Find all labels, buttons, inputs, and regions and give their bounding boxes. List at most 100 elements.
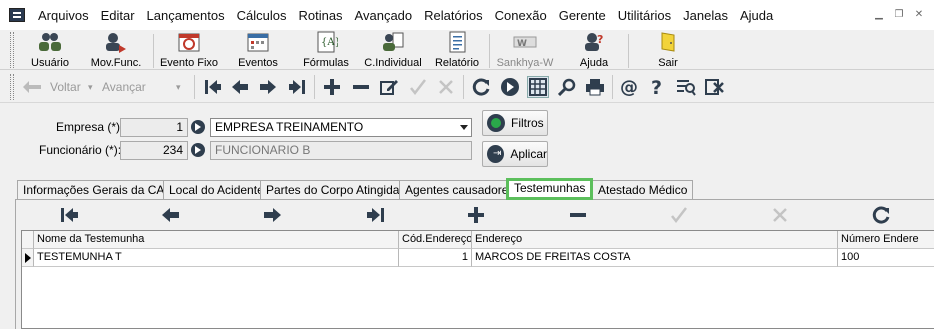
cell-numero[interactable]: 100 <box>838 249 934 267</box>
grid-next-record-icon[interactable] <box>261 204 283 226</box>
toolbar-separator <box>194 75 195 99</box>
grid-refresh-icon[interactable] <box>870 204 892 226</box>
c-individual-button[interactable]: C.Individual <box>362 30 424 70</box>
menu-relatorios[interactable]: Relatórios <box>418 8 489 23</box>
grid-header-row: Nome da Testemunha Cód.Endereço Endereço… <box>22 231 934 249</box>
sair-button[interactable]: Sair <box>640 30 696 70</box>
funcionario-lookup-icon[interactable] <box>191 143 205 157</box>
column-header-nome[interactable]: Nome da Testemunha <box>34 231 399 249</box>
cancel-x-icon[interactable] <box>435 76 457 98</box>
help-question-icon[interactable]: ? <box>646 76 668 98</box>
remove-record-icon[interactable] <box>350 76 372 98</box>
previous-record-icon[interactable] <box>229 76 251 98</box>
navigation-toolbar: Voltar ▾ Avançar ▾ @ ? <box>0 71 934 103</box>
menu-calculos[interactable]: Cálculos <box>231 8 293 23</box>
last-record-icon[interactable] <box>286 76 308 98</box>
filtros-button[interactable]: Filtros <box>482 110 548 136</box>
relatorio-button[interactable]: Relatório <box>430 30 484 70</box>
tab-local-acidente[interactable]: Local do Acidente <box>163 180 270 200</box>
minimize-icon[interactable]: ▁ <box>872 9 886 22</box>
tab-partes-corpo[interactable]: Partes do Corpo Atingidas <box>260 180 412 200</box>
menu-rotinas[interactable]: Rotinas <box>292 8 348 23</box>
ajuda-button[interactable]: ? Ajuda <box>568 30 620 70</box>
toolbar-grip[interactable] <box>10 32 14 68</box>
empresa-lookup-icon[interactable] <box>191 120 205 134</box>
dropdown-arrow-icon[interactable]: ▾ <box>176 82 181 93</box>
grid-confirm-check-icon[interactable] <box>668 204 690 226</box>
first-record-icon[interactable] <box>202 76 224 98</box>
window-controls: ▁ ❐ ✕ <box>872 9 926 22</box>
tab-informacoes-gerais[interactable]: Informações Gerais da CAT <box>17 180 177 200</box>
confirm-check-icon[interactable] <box>407 76 429 98</box>
formulas-button[interactable]: {A} Fórmulas <box>296 30 356 70</box>
filter-search-icon[interactable] <box>675 76 697 98</box>
search-icon[interactable] <box>556 76 578 98</box>
refresh-icon[interactable] <box>470 76 492 98</box>
menu-avancado[interactable]: Avançado <box>349 8 419 23</box>
menu-arquivos[interactable]: Arquivos <box>32 8 95 23</box>
lookup-circle-icon[interactable] <box>499 76 521 98</box>
grid-remove-icon[interactable] <box>567 204 589 226</box>
grid-previous-record-icon[interactable] <box>160 204 182 226</box>
excel-export-icon[interactable] <box>704 76 726 98</box>
menu-utilitarios[interactable]: Utilitários <box>612 8 677 23</box>
chevron-down-icon[interactable] <box>460 125 468 130</box>
menu-conexao[interactable]: Conexão <box>489 8 553 23</box>
empresa-select-value: EMPRESA TREINAMENTO <box>215 120 364 134</box>
email-at-icon[interactable]: @ <box>618 76 640 98</box>
grid-cancel-x-icon[interactable] <box>769 204 791 226</box>
voltar-button[interactable]: Voltar <box>50 80 81 94</box>
mov-func-button[interactable]: Mov.Func. <box>84 30 148 70</box>
testemunhas-grid: Nome da Testemunha Cód.Endereço Endereço… <box>21 230 934 329</box>
column-header-numero[interactable]: Número Endere <box>838 231 934 249</box>
cell-cod-endereco[interactable]: 1 <box>399 249 472 267</box>
svg-text:?: ? <box>597 33 603 46</box>
tab-agentes-causadores[interactable]: Agentes causadores <box>399 180 521 200</box>
next-record-icon[interactable] <box>257 76 279 98</box>
dropdown-arrow-icon[interactable]: ▾ <box>88 82 93 93</box>
column-header-endereco[interactable]: Endereço <box>472 231 838 249</box>
usuario-button[interactable]: Usuário <box>22 30 78 70</box>
menu-janelas[interactable]: Janelas <box>677 8 734 23</box>
cell-nome[interactable]: TESTEMUNHA T <box>34 249 399 267</box>
edit-record-icon[interactable] <box>378 76 400 98</box>
restore-icon[interactable]: ❐ <box>892 9 906 22</box>
menu-gerente[interactable]: Gerente <box>553 8 612 23</box>
grid-first-record-icon[interactable] <box>59 204 81 226</box>
funcionario-code-field[interactable]: 234 <box>120 141 188 160</box>
evento-fixo-button[interactable]: Evento Fixo <box>158 30 220 70</box>
toolbar-grip[interactable] <box>10 74 14 100</box>
table-row[interactable]: TESTEMUNHA T 1 MARCOS DE FREITAS COSTA 1… <box>22 249 934 267</box>
print-icon[interactable] <box>584 76 606 98</box>
tab-testemunhas[interactable]: Testemunhas <box>506 178 594 200</box>
grid-last-record-icon[interactable] <box>364 204 386 226</box>
close-icon[interactable]: ✕ <box>912 9 926 22</box>
employee-movement-icon <box>103 30 129 54</box>
add-record-icon[interactable] <box>321 76 343 98</box>
sankhya-w-button[interactable]: W Sankhya-W <box>494 30 556 70</box>
row-selected-arrow-icon <box>22 249 34 267</box>
svg-text:W: W <box>517 39 527 49</box>
menu-editar[interactable]: Editar <box>95 8 141 23</box>
row-indicator-header <box>22 231 34 249</box>
grid-view-icon[interactable] <box>527 76 549 98</box>
funcionario-name-field: FUNCIONARIO B <box>210 141 472 160</box>
empresa-code-field[interactable]: 1 <box>120 118 188 137</box>
aplicar-button[interactable]: ⇥ Aplicar <box>482 141 548 167</box>
testemunhas-panel: Nome da Testemunha Cód.Endereço Endereço… <box>15 200 934 329</box>
app-menu-icon[interactable] <box>9 8 25 22</box>
cell-endereco[interactable]: MARCOS DE FREITAS COSTA <box>472 249 838 267</box>
menu-lancamentos[interactable]: Lançamentos <box>141 8 231 23</box>
tab-atestado-medico[interactable]: Atestado Médico <box>592 180 694 200</box>
filter-circle-icon <box>487 114 505 132</box>
grid-add-icon[interactable] <box>465 204 487 226</box>
toolbar-separator <box>489 34 490 68</box>
help-icon: ? <box>581 30 607 54</box>
svg-text:?: ? <box>651 77 662 97</box>
empresa-select[interactable]: EMPRESA TREINAMENTO <box>210 118 472 137</box>
back-arrow-icon[interactable] <box>20 76 44 98</box>
column-header-cod-endereco[interactable]: Cód.Endereço <box>399 231 472 249</box>
eventos-button[interactable]: Eventos <box>228 30 288 70</box>
menu-ajuda[interactable]: Ajuda <box>734 8 779 23</box>
avancar-button[interactable]: Avançar <box>102 80 146 94</box>
